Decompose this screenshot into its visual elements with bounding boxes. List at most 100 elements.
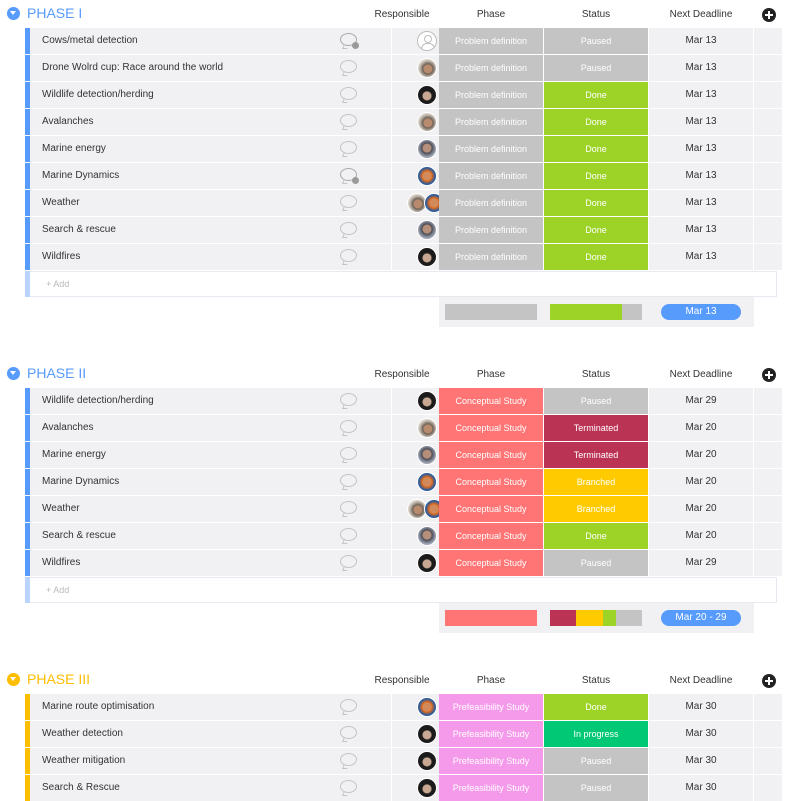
item-name-cell[interactable]: Wildfires — [30, 244, 391, 270]
avatar[interactable] — [417, 724, 437, 744]
status-cell[interactable]: Done — [544, 217, 648, 243]
column-header-deadline[interactable]: Next Deadline — [649, 369, 753, 381]
updates-icon[interactable] — [340, 249, 357, 262]
collapse-toggle-icon[interactable] — [7, 7, 20, 20]
group-title[interactable]: PHASE II — [27, 365, 86, 381]
deadline-cell[interactable]: Mar 13 — [649, 190, 753, 216]
updates-icon[interactable] — [340, 33, 359, 49]
table-row[interactable]: Avalanches Conceptual Study Terminated M… — [25, 415, 782, 441]
item-name-cell[interactable]: Weather — [30, 496, 391, 522]
table-row[interactable]: Weather detection Prefeasibility Study I… — [25, 721, 782, 747]
updates-icon[interactable] — [340, 753, 357, 766]
empty-avatar-icon[interactable] — [417, 31, 437, 51]
phase-cell[interactable]: Problem definition — [439, 190, 543, 216]
table-row[interactable]: Wildlife detection/herding Conceptual St… — [25, 388, 782, 414]
status-cell[interactable]: Paused — [544, 775, 648, 801]
avatar[interactable] — [417, 526, 437, 546]
deadline-cell[interactable]: Mar 29 — [649, 550, 753, 576]
phase-cell[interactable]: Problem definition — [439, 55, 543, 81]
status-cell[interactable]: Done — [544, 109, 648, 135]
item-name-cell[interactable]: Marine route optimisation — [30, 694, 391, 720]
phase-cell[interactable]: Problem definition — [439, 82, 543, 108]
item-name-cell[interactable]: Wildfires — [30, 550, 391, 576]
phase-cell[interactable]: Prefeasibility Study — [439, 721, 543, 747]
phase-cell[interactable]: Prefeasibility Study — [439, 775, 543, 801]
item-name-cell[interactable]: Marine Dynamics — [30, 163, 391, 189]
deadline-cell[interactable]: Mar 13 — [649, 109, 753, 135]
status-cell[interactable]: Terminated — [544, 442, 648, 468]
updates-icon[interactable] — [340, 168, 359, 184]
item-name-cell[interactable]: Search & rescue — [30, 523, 391, 549]
status-cell[interactable]: Done — [544, 694, 648, 720]
deadline-cell[interactable]: Mar 20 — [649, 496, 753, 522]
deadline-cell[interactable]: Mar 13 — [649, 244, 753, 270]
table-row[interactable]: Marine energy Problem definition Done Ma… — [25, 136, 782, 162]
phase-cell[interactable]: Conceptual Study — [439, 550, 543, 576]
phase-cell[interactable]: Problem definition — [439, 28, 543, 54]
collapse-toggle-icon[interactable] — [7, 673, 20, 686]
status-cell[interactable]: Paused — [544, 748, 648, 774]
status-cell[interactable]: Done — [544, 82, 648, 108]
item-name-cell[interactable]: Wildlife detection/herding — [30, 82, 391, 108]
deadline-cell[interactable]: Mar 13 — [649, 55, 753, 81]
table-row[interactable]: Cows/metal detection Problem definition … — [25, 28, 782, 54]
table-row[interactable]: Avalanches Problem definition Done Mar 1… — [25, 109, 782, 135]
add-item-row[interactable]: + Add — [25, 577, 777, 603]
avatar[interactable] — [417, 166, 437, 186]
item-name-cell[interactable]: Weather detection — [30, 721, 391, 747]
table-row[interactable]: Search & Rescue Prefeasibility Study Pau… — [25, 775, 782, 801]
status-cell[interactable]: Paused — [544, 388, 648, 414]
deadline-cell[interactable]: Mar 30 — [649, 694, 753, 720]
deadline-cell[interactable]: Mar 13 — [649, 163, 753, 189]
table-row[interactable]: Marine energy Conceptual Study Terminate… — [25, 442, 782, 468]
avatar[interactable] — [417, 751, 437, 771]
item-name-cell[interactable]: Avalanches — [30, 415, 391, 441]
deadline-cell[interactable]: Mar 13 — [649, 82, 753, 108]
status-cell[interactable]: Branched — [544, 496, 648, 522]
table-row[interactable]: Wildlife detection/herding Problem defin… — [25, 82, 782, 108]
deadline-cell[interactable]: Mar 20 — [649, 442, 753, 468]
status-cell[interactable]: Paused — [544, 28, 648, 54]
table-row[interactable]: Drone Wolrd cup: Race around the world P… — [25, 55, 782, 81]
updates-icon[interactable] — [340, 60, 357, 73]
avatar[interactable] — [417, 778, 437, 798]
updates-icon[interactable] — [340, 474, 357, 487]
avatar[interactable] — [417, 391, 437, 411]
item-name-cell[interactable]: Avalanches — [30, 109, 391, 135]
table-row[interactable]: Wildfires Conceptual Study Paused Mar 29 — [25, 550, 782, 576]
column-header-status[interactable]: Status — [544, 369, 648, 381]
updates-icon[interactable] — [340, 528, 357, 541]
item-name-cell[interactable]: Weather mitigation — [30, 748, 391, 774]
status-cell[interactable]: In progress — [544, 721, 648, 747]
avatar[interactable] — [417, 139, 437, 159]
avatar[interactable] — [417, 85, 437, 105]
status-cell[interactable]: Done — [544, 163, 648, 189]
deadline-cell[interactable]: Mar 13 — [649, 28, 753, 54]
column-header-phase[interactable]: Phase — [439, 9, 543, 21]
item-name-cell[interactable]: Drone Wolrd cup: Race around the world — [30, 55, 391, 81]
updates-icon[interactable] — [340, 420, 357, 433]
phase-cell[interactable]: Conceptual Study — [439, 442, 543, 468]
deadline-cell[interactable]: Mar 29 — [649, 388, 753, 414]
item-name-cell[interactable]: Search & rescue — [30, 217, 391, 243]
collapse-toggle-icon[interactable] — [7, 367, 20, 380]
deadline-cell[interactable]: Mar 20 — [649, 469, 753, 495]
updates-icon[interactable] — [340, 114, 357, 127]
add-column-icon[interactable] — [762, 8, 776, 22]
updates-icon[interactable] — [340, 726, 357, 739]
avatar[interactable] — [417, 112, 437, 132]
table-row[interactable]: Marine Dynamics Problem definition Done … — [25, 163, 782, 189]
column-header-status[interactable]: Status — [544, 675, 648, 687]
add-item-row[interactable]: + Add — [25, 271, 777, 297]
item-name-cell[interactable]: Wildlife detection/herding — [30, 388, 391, 414]
phase-cell[interactable]: Conceptual Study — [439, 388, 543, 414]
table-row[interactable]: Weather mitigation Prefeasibility Study … — [25, 748, 782, 774]
status-cell[interactable]: Done — [544, 523, 648, 549]
phase-cell[interactable]: Problem definition — [439, 163, 543, 189]
avatar[interactable] — [417, 58, 437, 78]
table-row[interactable]: Weather Conceptual Study Branched Mar 20 — [25, 496, 782, 522]
group-title[interactable]: PHASE III — [27, 671, 90, 687]
status-cell[interactable]: Done — [544, 136, 648, 162]
column-header-phase[interactable]: Phase — [439, 675, 543, 687]
item-name-cell[interactable]: Marine energy — [30, 442, 391, 468]
